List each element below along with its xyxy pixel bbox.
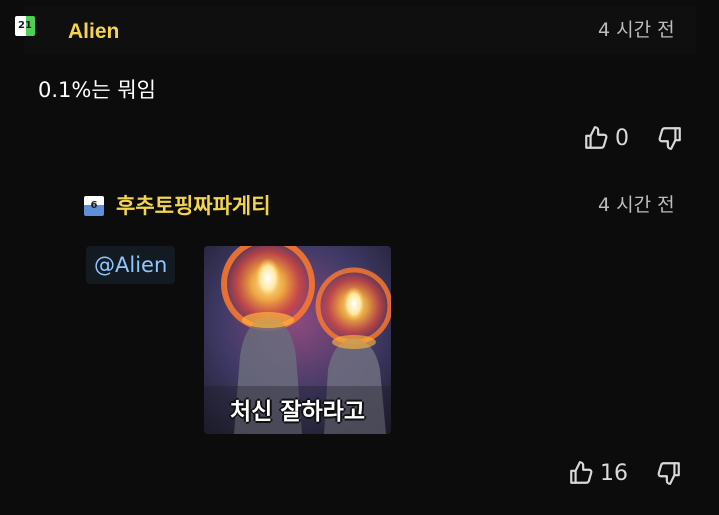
level-badge: 6 [84, 196, 104, 216]
like-count: 16 [600, 460, 628, 486]
thumbs-up-icon [570, 461, 593, 484]
comment-author[interactable]: Alien [68, 19, 119, 45]
reply-mention[interactable]: @Alien [86, 246, 176, 284]
thumbs-down-icon [658, 127, 681, 150]
like-button[interactable]: 0 [583, 125, 657, 151]
thumbs-down-icon [657, 462, 680, 485]
like-count: 0 [615, 125, 629, 151]
comment-timestamp: 4 시간 전 [598, 19, 675, 41]
reply-image[interactable]: 처신 잘하라고 [204, 246, 391, 434]
thumbs-up-icon [585, 126, 608, 149]
image-caption: 처신 잘하라고 [230, 399, 365, 425]
comment-body: 0.1%는 뭐임 [38, 78, 156, 102]
comment-thread: 21 Alien 4 시간 전 0.1%는 뭐임 0 6 후추토핑짜파게티 4 … [0, 0, 719, 515]
comment-header [24, 6, 696, 54]
like-button[interactable]: 16 [568, 460, 656, 486]
dislike-button[interactable] [656, 460, 682, 486]
level-badge: 21 [15, 16, 35, 36]
reply-timestamp: 4 시간 전 [598, 194, 675, 216]
reply-vote-bar: 16 [568, 460, 682, 486]
reply-author[interactable]: 후추토핑짜파게티 [116, 194, 271, 220]
comment-vote-bar: 0 [583, 125, 683, 151]
dislike-button[interactable] [657, 125, 683, 151]
